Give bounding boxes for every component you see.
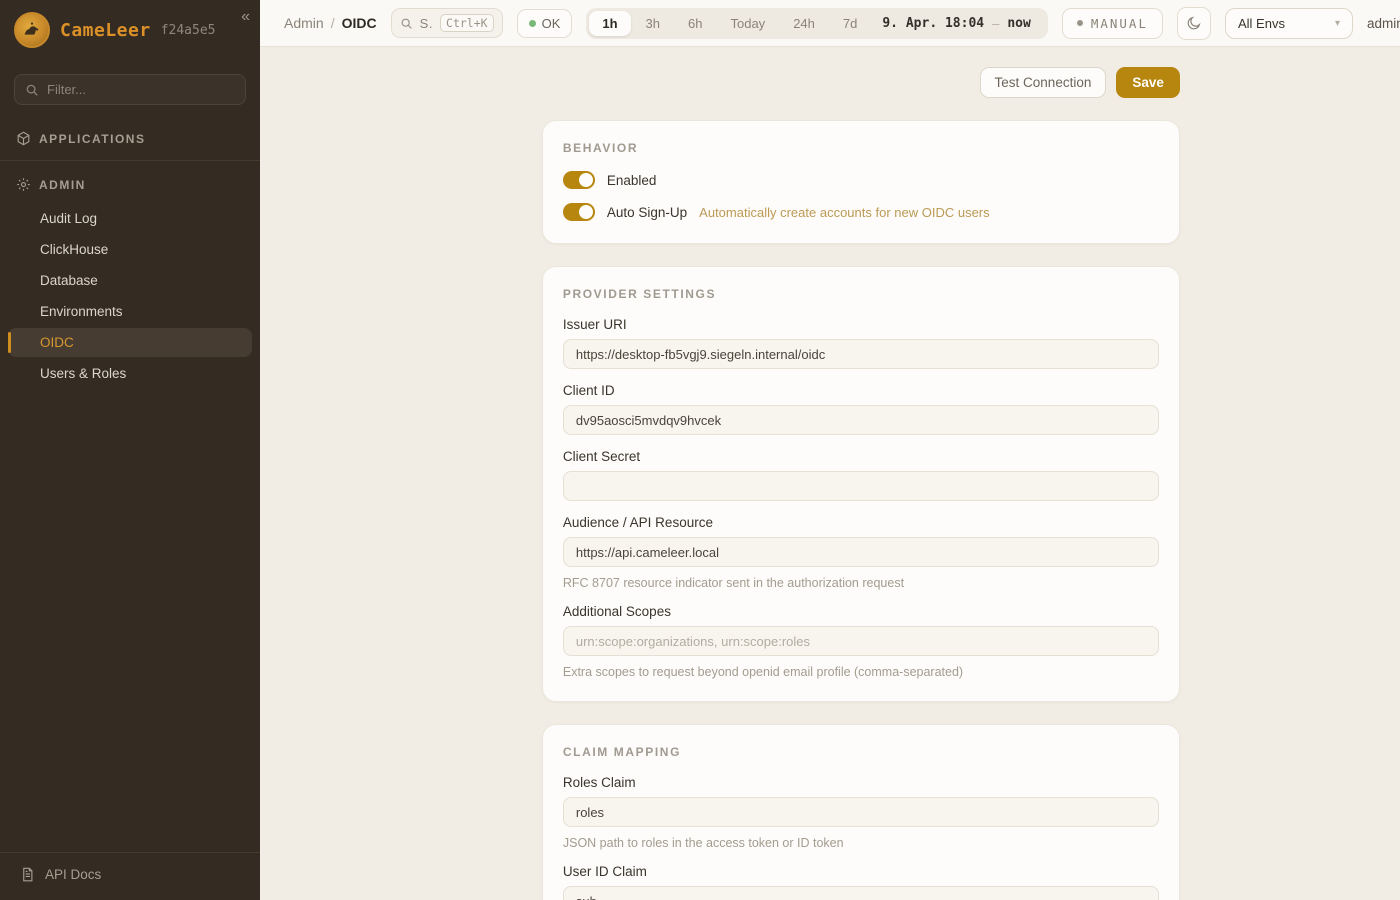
time-range-group: 1h 3h 6h Today 24h 7d 9. Apr. 18:04 – no… [586, 8, 1047, 39]
sidebar: CameLeer f24a5e5 « APPLICATIONS [0, 0, 260, 900]
sidebar-filter[interactable] [14, 74, 246, 105]
dark-mode-toggle[interactable] [1177, 7, 1211, 40]
auto-signup-description: Automatically create accounts for new OI… [699, 205, 989, 220]
auto-signup-toggle[interactable] [563, 203, 595, 221]
status-dot-icon [529, 20, 536, 27]
brand-version: f24a5e5 [161, 23, 216, 38]
sidebar-section-admin[interactable]: ADMIN [0, 167, 260, 202]
breadcrumb-current: OIDC [342, 15, 377, 31]
claim-mapping-card: CLAIM MAPPING Roles Claim JSON path to r… [542, 724, 1180, 900]
time-to: now [1007, 16, 1030, 31]
behavior-card: BEHAVIOR Enabled Auto Sign-Up Automatica… [542, 120, 1180, 244]
roles-claim-help: JSON path to roles in the access token o… [563, 836, 1159, 850]
sidebar-api-docs[interactable]: API Docs [0, 852, 260, 900]
save-button[interactable]: Save [1116, 67, 1180, 98]
roles-claim-input[interactable] [563, 797, 1159, 827]
time-from: 9. Apr. 18:04 [882, 16, 984, 31]
user-id-claim-label: User ID Claim [563, 864, 1159, 879]
time-separator: – [992, 16, 999, 31]
time-range-3h[interactable]: 3h [633, 11, 673, 36]
breadcrumb-admin[interactable]: Admin [284, 15, 324, 31]
enabled-toggle[interactable] [563, 171, 595, 189]
moon-icon [1186, 15, 1202, 31]
audience-input[interactable] [563, 537, 1159, 567]
refresh-mode-button[interactable]: MANUAL [1062, 8, 1163, 39]
additional-scopes-label: Additional Scopes [563, 604, 1159, 619]
brand-logo [14, 12, 50, 48]
sidebar-item-audit-log[interactable]: Audit Log [8, 204, 252, 233]
enabled-label: Enabled [607, 173, 657, 188]
username-label: admin [1367, 16, 1400, 31]
search-shortcut: Ctrl+K [440, 14, 494, 32]
provider-settings-card: PROVIDER SETTINGS Issuer URI Client ID C… [542, 266, 1180, 702]
environment-select[interactable]: All Envs ▾ [1225, 8, 1353, 39]
sidebar-item-clickhouse[interactable]: ClickHouse [8, 235, 252, 264]
sidebar-collapse-button[interactable]: « [241, 8, 250, 26]
chevron-down-icon: ▾ [1335, 18, 1340, 29]
client-id-input[interactable] [563, 405, 1159, 435]
cube-icon [16, 131, 31, 146]
global-search[interactable]: S… Ctrl+K [391, 8, 503, 38]
breadcrumb-separator: / [331, 15, 335, 31]
audience-label: Audience / API Resource [563, 515, 1159, 530]
time-range-1h[interactable]: 1h [589, 11, 630, 36]
card-title: PROVIDER SETTINGS [563, 287, 1159, 301]
sidebar-item-users-roles[interactable]: Users & Roles [8, 359, 252, 388]
topbar: Admin / OIDC S… Ctrl+K OK 1h 3h 6h Today… [260, 0, 1400, 47]
environment-value: All Envs [1238, 16, 1285, 31]
time-range-24h[interactable]: 24h [780, 11, 828, 36]
time-range-display[interactable]: 9. Apr. 18:04 – now [872, 16, 1044, 31]
time-range-6h[interactable]: 6h [675, 11, 715, 36]
sidebar-item-oidc[interactable]: OIDC [8, 328, 252, 357]
issuer-uri-input[interactable] [563, 339, 1159, 369]
additional-scopes-input[interactable] [563, 626, 1159, 656]
section-label: APPLICATIONS [39, 132, 145, 146]
brand-name: CameLeer [60, 20, 151, 41]
camel-icon [21, 19, 43, 41]
auto-signup-label: Auto Sign-Up [607, 205, 687, 220]
document-icon [20, 867, 35, 882]
search-icon [25, 83, 39, 97]
card-title: BEHAVIOR [563, 141, 1159, 155]
client-secret-input[interactable] [563, 471, 1159, 501]
sidebar-item-environments[interactable]: Environments [8, 297, 252, 326]
manual-dot-icon [1077, 20, 1083, 26]
api-docs-label: API Docs [45, 867, 101, 882]
search-placeholder: S… [420, 16, 433, 31]
time-range-7d[interactable]: 7d [830, 11, 870, 36]
gear-icon [16, 177, 31, 192]
content-area: Test Connection Save BEHAVIOR Enabled Au… [260, 47, 1400, 900]
audience-help: RFC 8707 resource indicator sent in the … [563, 576, 1159, 590]
sidebar-filter-input[interactable] [47, 82, 235, 97]
search-icon [400, 17, 413, 30]
sidebar-item-database[interactable]: Database [8, 266, 252, 295]
additional-scopes-help: Extra scopes to request beyond openid em… [563, 665, 1159, 679]
section-label: ADMIN [39, 178, 86, 192]
manual-label: MANUAL [1091, 16, 1148, 31]
issuer-uri-label: Issuer URI [563, 317, 1159, 332]
sidebar-divider [0, 160, 260, 161]
client-secret-label: Client Secret [563, 449, 1159, 464]
sidebar-header: CameLeer f24a5e5 « [0, 0, 260, 62]
admin-nav: Audit Log ClickHouse Database Environmen… [0, 202, 260, 390]
time-range-today[interactable]: Today [717, 11, 778, 36]
card-title: CLAIM MAPPING [563, 745, 1159, 759]
client-id-label: Client ID [563, 383, 1159, 398]
status-label: OK [542, 16, 561, 31]
status-badge[interactable]: OK [517, 9, 573, 38]
test-connection-button[interactable]: Test Connection [980, 67, 1107, 98]
breadcrumb: Admin / OIDC [284, 15, 377, 31]
roles-claim-label: Roles Claim [563, 775, 1159, 790]
user-id-claim-input[interactable] [563, 886, 1159, 900]
sidebar-section-applications[interactable]: APPLICATIONS [0, 121, 260, 156]
